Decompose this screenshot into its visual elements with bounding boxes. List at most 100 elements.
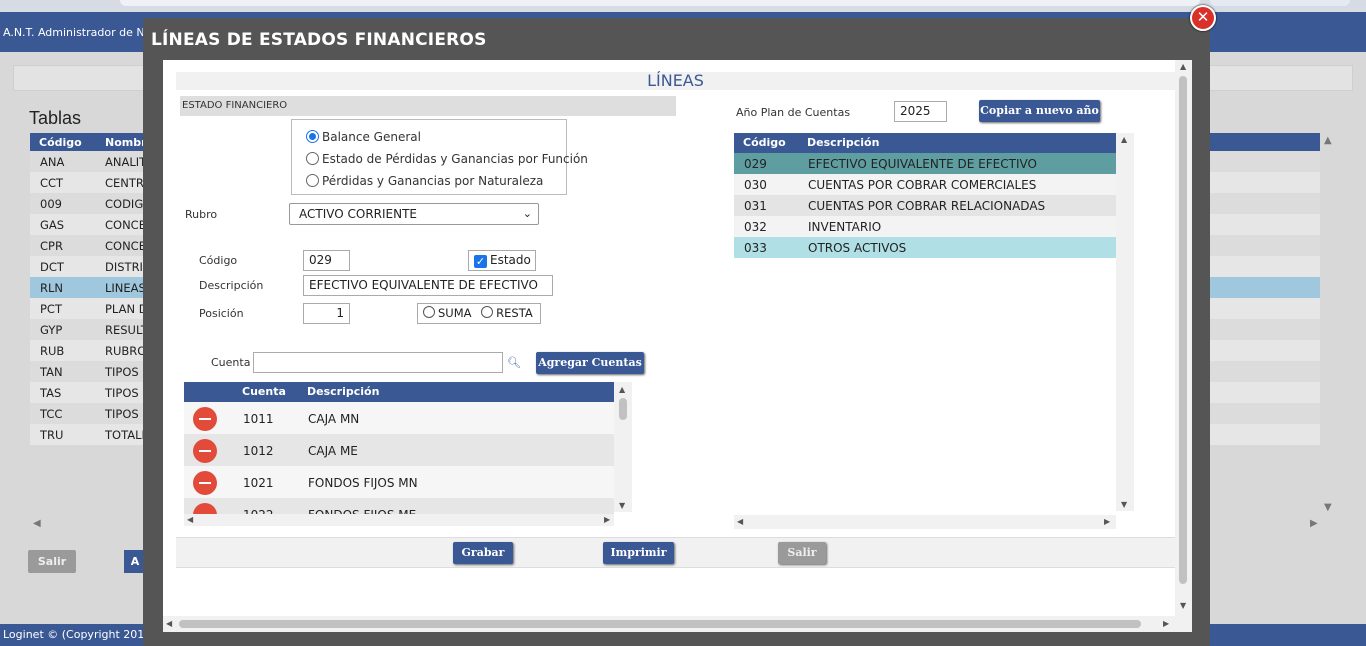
modal-hscroll[interactable]: ◀ ▶ <box>163 616 1175 632</box>
estado-checkbox[interactable]: ✓ Estado <box>468 250 536 271</box>
grabar-button[interactable]: Grabar <box>453 542 513 564</box>
scroll-thumb[interactable] <box>179 620 1141 628</box>
scroll-down-icon[interactable]: ▼ <box>1180 602 1186 610</box>
scroll-left-icon[interactable]: ◀ <box>166 620 172 628</box>
table-row[interactable]: 029 EFECTIVO EQUIVALENTE DE EFECTIVO <box>734 153 1116 174</box>
scroll-left-icon[interactable]: ◀ <box>187 516 193 524</box>
row-codigo: 029 <box>744 157 767 171</box>
scroll-up-icon[interactable]: ▲ <box>1324 135 1332 146</box>
remove-icon[interactable] <box>193 407 217 431</box>
row-name: CODIG <box>105 197 144 211</box>
row-name: LINEAS <box>105 281 146 295</box>
browser-top-strip <box>0 0 1366 12</box>
table-row[interactable]: 033 OTROS ACTIVOS <box>734 237 1116 258</box>
row-codigo: 030 <box>744 178 767 192</box>
salir-button[interactable]: Salir <box>28 550 76 573</box>
row-code: TAS <box>40 386 62 400</box>
app-title: A.N.T. Administrador de N <box>3 26 145 39</box>
row-descripcion: CAJA MN <box>308 412 360 426</box>
salir-button[interactable]: Salir <box>778 542 826 564</box>
agregar-cuentas-button[interactable]: Agregar Cuentas <box>536 352 644 374</box>
scroll-up-icon[interactable]: ▲ <box>1121 136 1127 144</box>
lineas-hscroll[interactable]: ◀ ▶ <box>734 515 1116 529</box>
radio-unchecked-icon <box>423 306 435 318</box>
cuenta-search-input[interactable] <box>253 352 503 373</box>
radio-unchecked-icon <box>306 152 319 165</box>
row-code: GYP <box>40 323 63 337</box>
remove-icon[interactable] <box>193 439 217 463</box>
row-name: CONCE <box>105 218 146 232</box>
table-row: 1011 CAJA MN <box>184 402 614 434</box>
copiar-nuevo-anio-button[interactable]: Copiar a nuevo año <box>979 100 1100 122</box>
column-header-codigo: Código <box>39 136 82 149</box>
rubro-label: Rubro <box>185 208 218 221</box>
row-name: CENTR <box>105 176 144 190</box>
radio-perdidas-naturaleza[interactable]: Pérdidas y Ganancias por Naturaleza <box>306 174 543 188</box>
row-code: RLN <box>40 281 63 295</box>
row-name: ANALIT <box>105 155 147 169</box>
posicion-input[interactable]: 1 <box>303 303 350 324</box>
scroll-up-icon[interactable]: ▲ <box>619 386 625 394</box>
scroll-down-icon[interactable]: ▼ <box>619 502 625 510</box>
column-header-cuenta: Cuenta <box>242 385 286 398</box>
anio-input[interactable]: 2025 <box>894 101 947 122</box>
close-icon[interactable]: ✕ <box>1190 5 1216 31</box>
row-descripcion: OTROS ACTIVOS <box>808 241 907 255</box>
scroll-right-icon[interactable]: ▶ <box>604 516 610 524</box>
lineas-header: Código Descripción <box>734 133 1116 153</box>
imprimir-button[interactable]: Imprimir <box>603 542 674 564</box>
cuentas-hscroll[interactable]: ◀ ▶ <box>184 514 614 526</box>
descripcion-input[interactable]: EFECTIVO EQUIVALENTE DE EFECTIVO <box>303 275 553 296</box>
column-header-descripcion: Descripción <box>307 385 380 398</box>
row-name: PLAN D <box>105 302 148 316</box>
codigo-label: Código <box>199 254 238 267</box>
row-code: CPR <box>40 239 63 253</box>
table-row[interactable]: 030 CUENTAS POR COBRAR COMERCIALES <box>734 174 1116 195</box>
cuentas-vscroll[interactable]: ▲ ▼ <box>614 382 632 512</box>
radio-perdidas-funcion[interactable]: Estado de Pérdidas y Ganancias por Funci… <box>306 152 588 166</box>
scroll-right-icon[interactable]: ▶ <box>1310 518 1318 529</box>
row-name: TIPOS <box>105 365 139 379</box>
radio-balance-general[interactable]: Balance General <box>306 130 421 144</box>
row-descripcion: CAJA ME <box>308 444 358 458</box>
section-title: LÍNEAS <box>176 72 1175 90</box>
row-code: DCT <box>40 260 64 274</box>
lineas-vscroll[interactable]: ▲ ▼ <box>1116 133 1134 511</box>
row-descripcion: FONDOS FIJOS MN <box>308 476 418 490</box>
rubro-select[interactable]: ACTIVO CORRIENTE ⌄ <box>289 203 539 225</box>
row-cuenta: 1011 <box>243 412 274 426</box>
search-icon[interactable]: 🔍︎ <box>507 356 521 369</box>
row-code: ANA <box>40 155 65 169</box>
radio-suma[interactable]: SUMA <box>423 306 472 320</box>
descripcion-label: Descripción <box>199 279 264 292</box>
scroll-down-icon[interactable]: ▼ <box>1121 501 1127 509</box>
row-name: TIPOS <box>105 407 139 421</box>
table-row: 1021 FONDOS FIJOS MN <box>184 466 614 498</box>
posicion-label: Posición <box>199 307 244 320</box>
row-cuenta: 1012 <box>243 444 274 458</box>
radio-unchecked-icon <box>481 306 494 318</box>
table-row[interactable]: 031 CUENTAS POR COBRAR RELACIONADAS <box>734 195 1116 216</box>
scroll-right-icon[interactable]: ▶ <box>1163 620 1169 628</box>
scroll-up-icon[interactable]: ▲ <box>1180 63 1186 71</box>
tables-title: Tablas <box>29 108 82 128</box>
scroll-left-icon[interactable]: ◀ <box>33 518 41 529</box>
row-descripcion: EFECTIVO EQUIVALENTE DE EFECTIVO <box>808 157 1037 171</box>
copyright-text: Loginet © (Copyright 2016) | <box>3 628 163 641</box>
cuentas-table: Cuenta Descripción 1011 CAJA MN 1012 CAJA M… <box>184 382 614 520</box>
scroll-down-icon[interactable]: ▼ <box>1324 502 1332 513</box>
lineas-modal: LÍNEAS DE ESTADOS FINANCIEROS LÍNEAS EST… <box>143 18 1210 646</box>
row-name: RESULT <box>105 323 148 337</box>
scroll-thumb[interactable] <box>1179 76 1187 584</box>
table-row: 1012 CAJA ME <box>184 434 614 466</box>
codigo-input[interactable]: 029 <box>303 250 350 271</box>
remove-icon[interactable] <box>193 471 217 495</box>
row-descripcion: INVENTARIO <box>808 220 882 234</box>
table-row[interactable]: 032 INVENTARIO <box>734 216 1116 237</box>
scroll-thumb[interactable] <box>619 398 627 420</box>
scroll-right-icon[interactable]: ▶ <box>1104 518 1110 526</box>
row-code: CCT <box>40 176 64 190</box>
scroll-left-icon[interactable]: ◀ <box>737 518 743 526</box>
modal-vscroll[interactable]: ▲ ▼ <box>1175 60 1192 632</box>
radio-resta[interactable]: RESTA <box>481 306 533 320</box>
